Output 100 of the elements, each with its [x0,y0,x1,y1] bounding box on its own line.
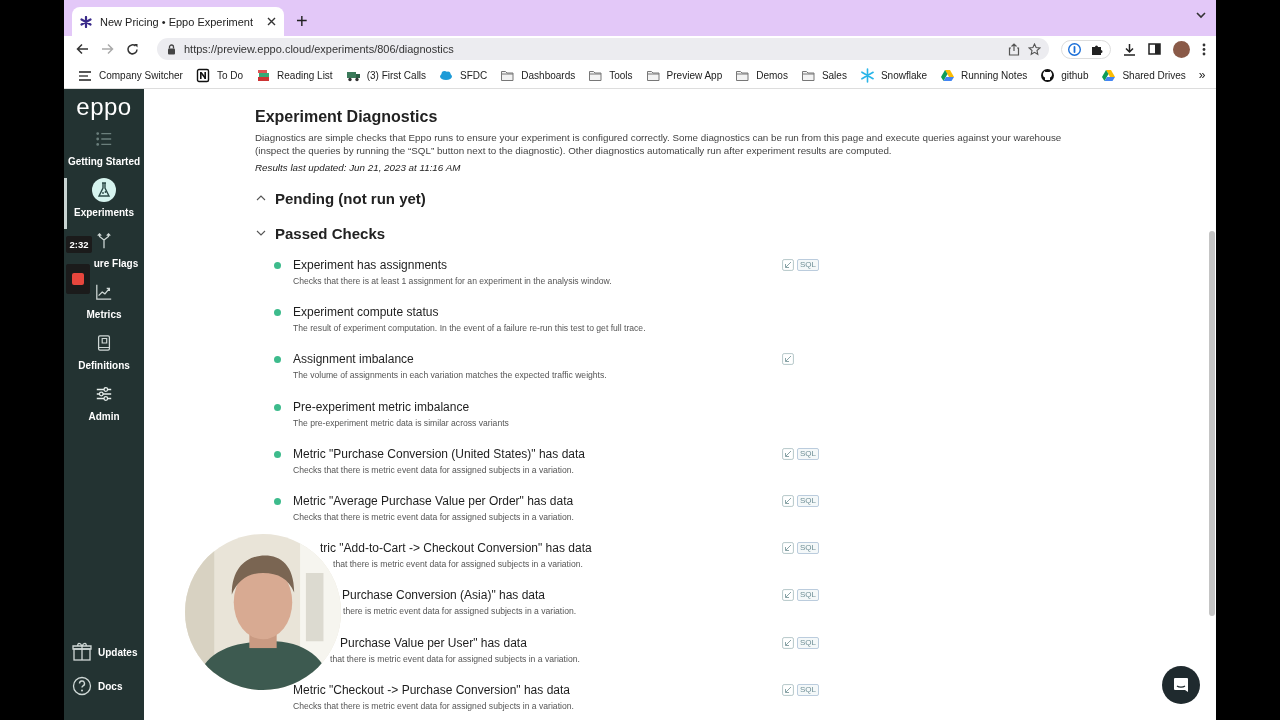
bookmark-link[interactable]: Preview App [666,69,723,81]
run-button[interactable] [782,683,794,696]
bookmark-link[interactable]: Company Switcher [99,69,183,81]
check-description: The pre-experiment metric data is similar across variants [293,416,510,430]
sql-button[interactable]: SQL [797,259,819,271]
scrollbar-thumb[interactable] [1209,231,1215,616]
arrow-box-icon [782,259,794,271]
more-bookmarks-button[interactable]: » [1198,68,1206,82]
check-title: Experiment compute status [293,304,440,322]
arrow-box-icon [782,447,794,460]
side-panel-icon[interactable] [1148,43,1161,55]
bookmark-link[interactable]: Sales [821,69,847,81]
triangle-icon[interactable] [1101,67,1117,83]
bookmark-link[interactable]: Running Notes [961,69,1028,81]
flask-icon[interactable] [92,178,116,202]
chevron-down-icon[interactable] [1196,12,1206,19]
sidebar-link[interactable]: Updates [72,642,144,662]
sql-button[interactable]: SQL [797,589,819,602]
page-description: Diagnostics are simple checks that Eppo runs to ensure your experiment is configured correctly. Some diagnostics can be run from this page and execute queries against your warehouse (inspect the queries by running the “SQL” button next to the diagnostic). Other diagnostics automatically run after experiment results are computed. [255,131,1063,157]
sql-button[interactable]: SQL [797,494,819,507]
sidebar-item[interactable]: Experiments [74,206,134,219]
check-title: tric "Add-to-Cart -> Checkout Conversion" has data [319,540,593,558]
run-button[interactable] [782,353,794,366]
sql-button[interactable]: SQL [797,542,819,555]
download-icon[interactable] [1123,42,1136,56]
run-button[interactable] [782,636,794,649]
browser-tab[interactable]: New Pricing • Eppo Experiment [72,7,284,36]
list-icon[interactable] [95,130,113,148]
sidebar-item[interactable]: Definitions [78,359,130,372]
close-icon[interactable] [267,17,276,26]
arrow-box-icon [782,542,794,555]
check-title: Pre-experiment metric imbalance [293,398,471,416]
check-description: that there is metric event data for assigned subjects in a variation. [329,652,581,666]
recording-timer: 2:32 [66,236,92,253]
check-description: there is metric event data for assigned subjects in a variation. [342,605,578,619]
check-title: Metric "Checkout -> Purchase Conversion" has data [293,681,571,699]
bookmark-link[interactable]: Shared Drives [1122,69,1186,81]
check-title: Experiment has assignments [293,257,449,274]
check-title: Purchase Value per User" has data [339,634,528,652]
bookmark-link[interactable]: Snowflake [880,69,928,81]
sidebar-item[interactable]: Getting Started [67,155,141,168]
check-title: Purchase Conversion (Asia)" has data [341,587,547,605]
check-title: Assignment imbalance [293,351,415,369]
check-description: The result of experiment computation. In the event of a failure re-run this test to get full trace. [293,322,647,336]
page-title: Experiment Diagnostics [255,107,439,127]
new-tab-button[interactable]: + [292,10,312,32]
app-logo[interactable]: eppo [64,89,144,127]
back-icon[interactable] [76,43,89,55]
sidebar-link[interactable]: Docs [72,676,144,696]
bookmark-link[interactable]: Reading List [277,69,333,81]
stop-recording-button[interactable] [66,264,90,294]
books-icon[interactable] [256,67,272,83]
chart-icon[interactable] [95,283,113,301]
star-icon [80,15,92,28]
bookmark-link[interactable]: (3) First Calls [366,69,427,81]
arrow-box-icon [782,353,794,366]
sliders-icon[interactable] [95,385,113,403]
bookmark-link[interactable]: SFDC [460,69,488,81]
fork-icon[interactable] [95,232,113,250]
run-button[interactable] [782,589,794,602]
key-circle-icon[interactable] [1068,42,1081,56]
run-button[interactable] [782,259,794,271]
star-outline-icon[interactable] [1028,42,1041,56]
section-heading[interactable]: Pending (not run yet) [275,189,426,207]
sidebar-item[interactable]: Admin [88,410,120,423]
book-icon[interactable] [95,334,113,352]
check-description: Checks that there is metric event data for assigned subjects in a variation. [293,510,575,524]
run-button[interactable] [782,447,794,460]
sidebar-item[interactable]: ure Flags [90,257,139,270]
run-button[interactable] [782,494,794,507]
circle-logo-icon[interactable] [1040,67,1056,83]
sql-button[interactable]: SQL [797,683,819,696]
avatar[interactable] [1173,40,1190,58]
lock-icon [167,43,176,55]
chat-icon [1172,676,1190,694]
arrow-box-icon [782,636,794,649]
section-heading[interactable]: Passed Checks [275,224,386,242]
address-bar[interactable]: https://preview.eppo.cloud/experiments/806/diagnostics [157,38,1049,60]
sql-button[interactable]: SQL [797,447,819,460]
bookmark-link[interactable]: To Do [216,69,244,81]
check-description: Checks that there is metric event data for assigned subjects in a variation. [293,699,575,713]
bookmark-link[interactable]: github [1061,69,1089,81]
arrow-box-icon [782,589,794,602]
check-title: Metric "Purchase Conversion (United States)" has data [293,445,586,463]
bookmark-link[interactable]: Dashboards [521,69,576,81]
reload-icon[interactable] [126,42,139,56]
notebook-icon[interactable] [195,67,211,83]
run-button[interactable] [782,542,794,555]
check-description: Checks that there is at least 1 assignment for an experiment in the analysis window. [293,275,613,288]
triangle-icon[interactable] [940,67,956,83]
arrow-box-icon [782,683,794,696]
last-updated: Results last updated: Jun 21, 2023 at 11:16 AM [255,161,462,174]
gift-icon [72,642,92,662]
tab-title: New Pricing • Eppo Experiment [100,15,255,28]
share-icon[interactable] [1008,42,1020,56]
menu-icon[interactable] [1202,42,1206,56]
sidebar-item[interactable]: Metrics [86,308,122,321]
bookmark-link[interactable]: Demos [756,69,788,81]
bookmark-link[interactable]: Tools [609,69,633,81]
sql-button[interactable]: SQL [797,636,819,649]
